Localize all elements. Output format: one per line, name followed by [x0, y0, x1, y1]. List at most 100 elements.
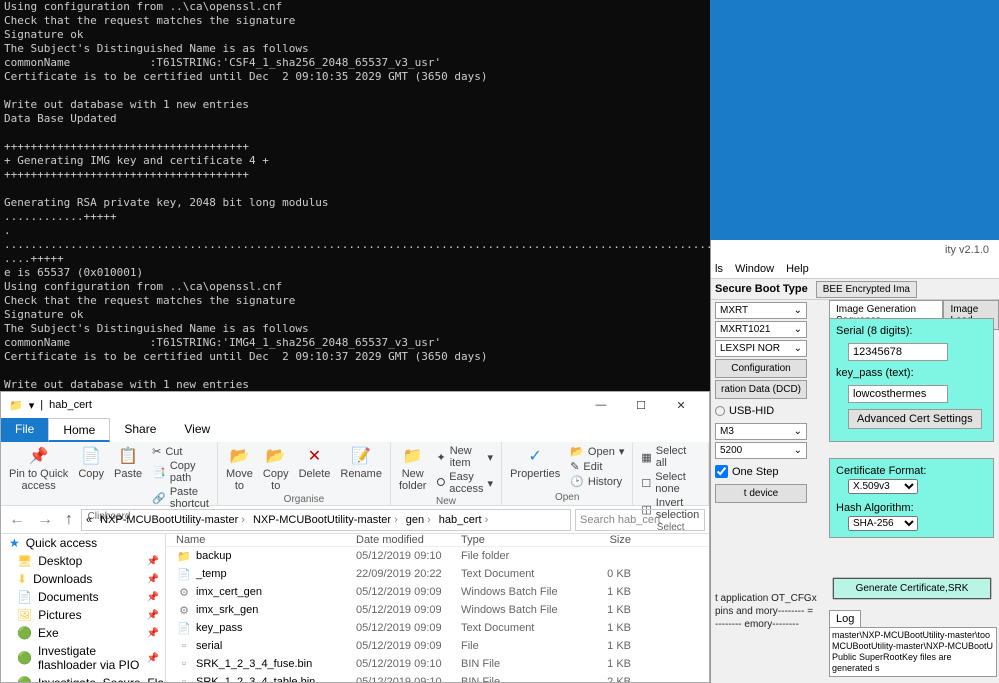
left-settings-column: MXRT⌄ MXRT1021⌄ LEXSPI NOR⌄ Configuratio… — [711, 300, 811, 505]
menu-tools[interactable]: ls — [715, 263, 723, 275]
delete-button[interactable]: ✕Delete — [297, 444, 333, 482]
chevron-down-icon: ⌄ — [794, 445, 802, 456]
file-row[interactable]: ▫SRK_1_2_3_4_table.bin05/12/2019 09:10BI… — [166, 673, 709, 682]
cert-generation-panel: Serial (8 digits): key_pass (text): Adva… — [829, 318, 994, 442]
nav-icon: 🟢 — [17, 651, 32, 665]
com-dropdown[interactable]: M3⌄ — [715, 423, 807, 440]
nav-back-button[interactable]: ← — [5, 511, 29, 529]
nav-item[interactable]: 📄Documents📌 — [1, 588, 165, 606]
view-tab[interactable]: View — [170, 418, 224, 442]
file-explorer-window: 📁 ▾ | hab_cert — ☐ ✕ File Home Share Vie… — [0, 391, 710, 683]
maximize-button[interactable]: ☐ — [621, 392, 661, 418]
open-button[interactable]: 📂Open ▾ — [568, 444, 626, 459]
copyto-icon: 📂 — [266, 446, 286, 466]
copy-path-button[interactable]: 📑Copy path — [150, 459, 211, 485]
selectnone-icon: ☐ — [641, 477, 651, 490]
new-item-button[interactable]: ✦New item ▾ — [434, 444, 495, 470]
app-version: ity v2.1.0 — [711, 240, 999, 260]
properties-icon: ✓ — [525, 446, 545, 466]
file-row[interactable]: 📁backup05/12/2019 09:10File folder — [166, 547, 709, 565]
log-label: Log — [829, 610, 861, 627]
close-button[interactable]: ✕ — [661, 392, 701, 418]
share-tab[interactable]: Share — [110, 418, 170, 442]
nav-icon: 🟢 — [17, 676, 32, 682]
t-device-button[interactable]: t device — [715, 484, 807, 503]
cut-button[interactable]: ✂Cut — [150, 444, 211, 459]
mcu-device-dropdown[interactable]: MXRT1021⌄ — [715, 321, 807, 338]
cert-format-select[interactable]: X.509v3 — [848, 479, 918, 494]
menu-window[interactable]: Window — [735, 263, 774, 275]
hash-algo-select[interactable]: SHA-256 — [848, 516, 918, 531]
menu-help[interactable]: Help — [786, 263, 809, 275]
rename-button[interactable]: 📝Rename — [338, 444, 384, 482]
pin-quick-access-button[interactable]: 📌Pin to Quick access — [7, 444, 70, 494]
new-folder-button[interactable]: 📁New folder — [397, 444, 429, 494]
breadcrumb-segment[interactable]: NXP-MCUBootUtility-master › — [96, 514, 249, 526]
bee-encrypted-button[interactable]: BEE Encrypted Ima — [816, 281, 917, 298]
advanced-cert-button[interactable]: Advanced Cert Settings — [848, 409, 982, 429]
file-tab[interactable]: File — [1, 418, 48, 442]
history-button[interactable]: 🕑History — [568, 474, 626, 489]
breadcrumb-segment[interactable]: gen › — [402, 514, 435, 526]
mcu-series-dropdown[interactable]: MXRT⌄ — [715, 302, 807, 319]
home-tab[interactable]: Home — [48, 418, 110, 442]
select-none-button[interactable]: ☐Select none — [639, 470, 702, 496]
copy-to-button[interactable]: 📂Copy to — [261, 444, 291, 494]
usb-hid-radio[interactable]: USB-HID — [711, 401, 811, 421]
boot-device-dropdown[interactable]: LEXSPI NOR⌄ — [715, 340, 807, 357]
pin-icon: 📌 — [29, 446, 49, 466]
file-icon: ⚙ — [176, 604, 192, 617]
col-type[interactable]: Type — [461, 534, 581, 546]
file-row[interactable]: ⚙imx_cert_gen05/12/2019 09:09Windows Bat… — [166, 583, 709, 601]
cert-format-panel: Certificate Format: X.509v3 Hash Algorit… — [829, 458, 994, 538]
chevron-down-icon: ⌄ — [794, 305, 802, 316]
search-input[interactable]: Search hab_cert — [575, 509, 705, 531]
file-row[interactable]: ⚙imx_srk_gen05/12/2019 09:09Windows Batc… — [166, 601, 709, 619]
easy-access-button[interactable]: ⭘Easy access ▾ — [434, 470, 495, 496]
breadcrumb-segment[interactable]: hab_cert › — [435, 514, 492, 526]
navigation-pane: ★Quick access 🖥Desktop📌⬇Downloads📌📄Docum… — [1, 534, 166, 682]
configuration-button[interactable]: Configuration — [715, 359, 807, 378]
easy-icon: ⭘ — [436, 477, 445, 490]
col-size[interactable]: Size — [581, 534, 641, 546]
breadcrumb[interactable]: « NXP-MCUBootUtility-master ›NXP-MCUBoot… — [81, 509, 571, 531]
down-icon[interactable]: ▾ — [29, 399, 35, 412]
edit-button[interactable]: ✎Edit — [568, 459, 626, 474]
one-step-checkbox[interactable]: One Step — [711, 461, 811, 482]
nav-forward-button[interactable]: → — [33, 511, 57, 529]
file-row[interactable]: 📄key_pass05/12/2019 09:09Text Document1 … — [166, 619, 709, 637]
nav-item[interactable]: 🟢Investigate flashloader via PIO📌 — [1, 642, 165, 674]
chevron-down-icon: ⌄ — [794, 343, 802, 354]
nav-icon: 🖥 — [17, 554, 32, 568]
quick-access[interactable]: ★Quick access — [1, 534, 165, 552]
properties-button[interactable]: ✓Properties — [508, 444, 562, 482]
generate-cert-button[interactable]: Generate Certificate,SRK — [833, 578, 991, 599]
col-name[interactable]: Name — [166, 534, 356, 546]
nav-up-button[interactable]: ↑ — [61, 511, 77, 529]
baud-dropdown[interactable]: 5200⌄ — [715, 442, 807, 459]
paste-button[interactable]: 📋Paste — [112, 444, 144, 482]
open-icon: 📂 — [570, 445, 584, 458]
nav-item[interactable]: 🟢Exe📌 — [1, 624, 165, 642]
nav-item[interactable]: 🟢Investigate_Secure_Flash📌 — [1, 674, 165, 682]
nav-item[interactable]: 🖥Desktop📌 — [1, 552, 165, 570]
minimize-button[interactable]: — — [581, 392, 621, 418]
breadcrumb-segment[interactable]: NXP-MCUBootUtility-master › — [249, 514, 402, 526]
log-body[interactable]: master\NXP-MCUBootUtility-master\too MCU… — [829, 627, 997, 677]
col-date[interactable]: Date modified — [356, 534, 461, 546]
nav-item[interactable]: ⬇Downloads📌 — [1, 570, 165, 588]
move-to-button[interactable]: 📂Move to — [224, 444, 255, 494]
organise-group-label: Organise — [224, 494, 384, 505]
keypass-input[interactable] — [848, 385, 948, 403]
nav-item[interactable]: 🖼Pictures📌 — [1, 606, 165, 624]
copy-button[interactable]: 📄Copy — [76, 444, 106, 482]
path-icon: 📑 — [152, 466, 166, 479]
serial-input[interactable] — [848, 343, 948, 361]
onestep-check[interactable] — [715, 465, 728, 478]
file-row[interactable]: 📄_temp22/09/2019 20:22Text Document0 KB — [166, 565, 709, 583]
file-row[interactable]: ▫SRK_1_2_3_4_fuse.bin05/12/2019 09:10BIN… — [166, 655, 709, 673]
dcd-button[interactable]: ration Data (DCD) — [715, 380, 807, 399]
file-row[interactable]: ▫serial05/12/2019 09:09File1 KB — [166, 637, 709, 655]
column-headers[interactable]: Name Date modified Type Size — [166, 534, 709, 547]
select-all-button[interactable]: ▦Select all — [639, 444, 702, 470]
